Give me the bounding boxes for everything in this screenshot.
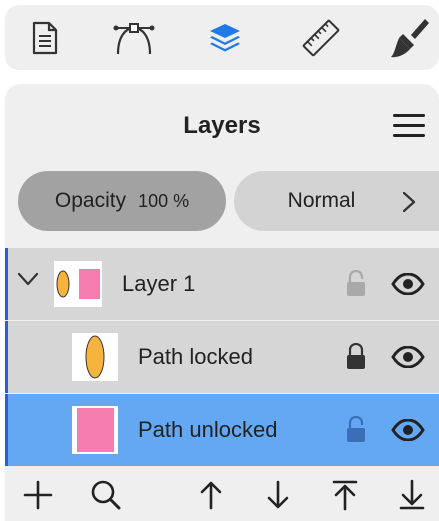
tools-toolbar [5,5,439,70]
search-button[interactable] [88,477,124,513]
row-accent [5,394,8,466]
layer-label: Path unlocked [138,417,278,442]
opacity-value: 100 % [138,190,190,211]
eye-icon[interactable] [391,273,425,295]
move-up-button[interactable] [193,477,229,513]
ellipse-thumbnail-graphic [85,335,105,379]
unlocked-icon[interactable] [345,416,367,444]
move-to-bottom-button[interactable] [394,477,430,513]
chevron-right-icon [402,191,416,213]
blend-mode-button[interactable]: Normal [234,171,439,231]
document-tool-button[interactable] [20,13,70,63]
rect-thumbnail-graphic [77,408,114,452]
panel-title: Layers [183,112,261,139]
eye-icon[interactable] [391,346,425,368]
eye-icon[interactable] [391,419,425,441]
arrow-up-icon [200,481,222,510]
document-icon [32,21,58,55]
menu-button[interactable] [391,110,427,140]
locked-icon[interactable] [345,343,367,371]
pen-tool-button[interactable] [109,13,159,63]
blend-mode-label: Normal [287,189,356,212]
brush-icon [391,19,429,58]
ruler-icon [302,19,340,57]
plus-icon [23,480,53,510]
search-icon [91,480,121,510]
hamburger-icon [393,114,425,117]
layer-row-path-locked[interactable]: Path locked [5,321,439,393]
row-accent [5,321,8,393]
add-layer-button[interactable] [20,477,56,513]
pen-tool-icon [113,23,155,55]
ruler-tool-button[interactable] [296,13,346,63]
layer-thumbnail-graphic [56,269,100,299]
layers-panel: Layers Opacity 100 % Normal Layer 1 Path… [5,84,439,521]
layer-label: Path locked [138,344,253,369]
layer-thumbnail [54,261,102,307]
layers-bottom-toolbar [5,469,439,521]
opacity-label: Opacity [54,189,127,212]
move-to-top-button[interactable] [327,477,363,513]
layers-icon [210,24,240,52]
arrow-down-icon [267,480,289,509]
arrow-to-top-icon [332,480,358,511]
layers-tool-button[interactable] [200,13,250,63]
layer-row-layer-1[interactable]: Layer 1 [5,248,439,320]
layer-label: Layer 1 [122,271,196,296]
path-thumbnail [72,333,118,381]
path-thumbnail [72,406,118,454]
unlocked-icon[interactable] [345,270,367,298]
chevron-down-icon[interactable] [17,272,39,286]
opacity-button[interactable]: Opacity 100 % [18,171,226,231]
move-down-button[interactable] [260,477,296,513]
row-accent [5,248,8,320]
brush-tool-button[interactable] [384,13,434,63]
layer-row-path-unlocked[interactable]: Path unlocked [5,394,439,466]
arrow-to-bottom-icon [399,479,425,510]
